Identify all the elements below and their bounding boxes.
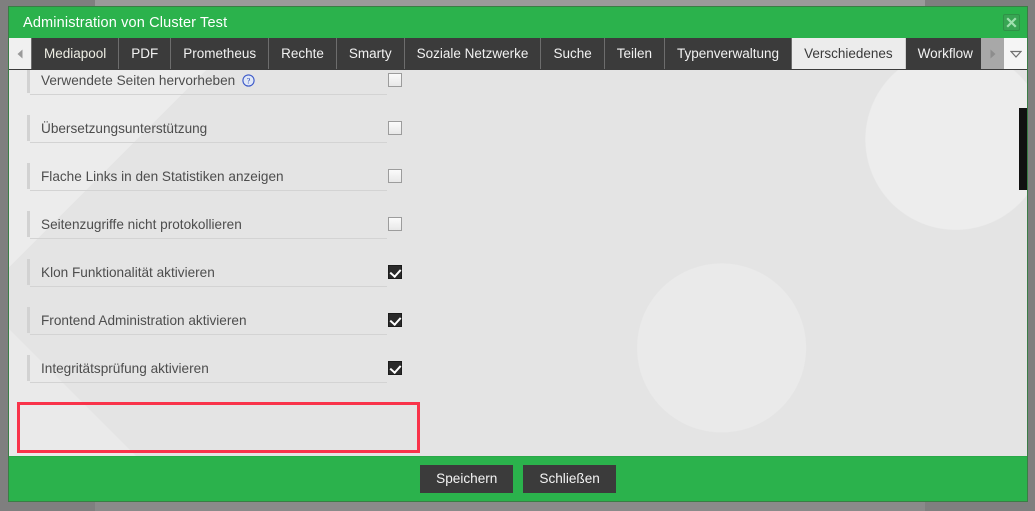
tab-list: Mediapool PDF Prometheus Rechte Smarty S…: [31, 38, 981, 69]
checkbox-frontend-administration[interactable]: [388, 313, 402, 327]
dialog-footer: Speichern Schließen: [9, 456, 1027, 501]
setting-row-flache-links[interactable]: Flache Links in den Statistiken anzeigen: [27, 152, 387, 200]
checkbox-cell: [388, 104, 418, 152]
row-accent: [27, 70, 30, 93]
setting-row-uebersetzungsunterstuetzung[interactable]: Übersetzungsunterstützung: [27, 104, 387, 152]
row-accent: [27, 163, 30, 189]
setting-row-integritaetspruefung[interactable]: Integritätsprüfung aktivieren: [27, 344, 387, 392]
tab-rechte[interactable]: Rechte: [269, 38, 337, 69]
tab-mediapool[interactable]: Mediapool: [31, 38, 120, 69]
setting-label: Verwendete Seiten hervorheben ?: [41, 73, 255, 88]
row-accent: [27, 115, 30, 141]
row-underline: [30, 334, 387, 335]
setting-label-text: Integritätsprüfung aktivieren: [41, 360, 209, 376]
chevron-right-icon[interactable]: [981, 38, 1004, 69]
row-accent: [27, 355, 30, 381]
setting-row-verwendete-seiten-hervorheben[interactable]: Verwendete Seiten hervorheben ?: [27, 70, 387, 104]
screen: TEST Administration von Cluster Test Med…: [0, 0, 1035, 511]
setting-label-text: Flache Links in den Statistiken anzeigen: [41, 168, 284, 184]
tab-pdf[interactable]: PDF: [119, 38, 172, 69]
checkbox-cell: [388, 152, 418, 200]
tab-workflow[interactable]: Workflow: [905, 38, 981, 69]
admin-dialog: Administration von Cluster Test Mediapoo…: [8, 6, 1028, 502]
checkbox-cell: [388, 70, 418, 104]
row-accent: [27, 307, 30, 333]
tab-label: Soziale Netzwerke: [416, 46, 529, 61]
setting-label-text: Klon Funktionalität aktivieren: [41, 264, 215, 280]
help-info-icon[interactable]: ?: [242, 73, 255, 87]
setting-label: Klon Funktionalität aktivieren: [41, 265, 215, 280]
setting-row-seitenzugriffe[interactable]: Seitenzugriffe nicht protokollieren: [27, 200, 387, 248]
chevron-left-icon[interactable]: [9, 38, 31, 69]
checkbox-integritaetspruefung[interactable]: [388, 361, 402, 375]
row-accent: [27, 211, 30, 237]
checkbox-uebersetzungsunterstuetzung[interactable]: [388, 121, 402, 135]
row-underline: [30, 238, 387, 239]
checkbox-cell: [388, 200, 418, 248]
row-underline: [30, 382, 387, 383]
tab-label: PDF: [131, 46, 159, 61]
checkbox-flache-links[interactable]: [388, 169, 402, 183]
tab-label: Suche: [553, 46, 592, 61]
tab-label: Rechte: [281, 46, 324, 61]
row-underline: [30, 286, 387, 287]
tab-bar: Mediapool PDF Prometheus Rechte Smarty S…: [9, 38, 1027, 70]
tab-soziale-netzwerke[interactable]: Soziale Netzwerke: [404, 38, 542, 69]
tab-verschiedenes[interactable]: Verschiedenes: [792, 38, 906, 69]
setting-label-text: Verwendete Seiten hervorheben: [41, 72, 236, 88]
settings-form: Verwendete Seiten hervorheben ? Übersetz…: [9, 70, 1027, 456]
dialog-title: Administration von Cluster Test: [23, 14, 228, 31]
tab-label: Verschiedenes: [804, 46, 893, 61]
checkbox-seitenzugriffe[interactable]: [388, 217, 402, 231]
tab-label: Prometheus: [183, 46, 257, 61]
setting-row-frontend-administration[interactable]: Frontend Administration aktivieren: [27, 296, 387, 344]
row-underline: [30, 94, 387, 95]
close-button[interactable]: Schließen: [523, 464, 616, 494]
setting-label: Integritätsprüfung aktivieren: [41, 361, 209, 376]
chevron-down-icon[interactable]: [1004, 38, 1027, 69]
settings-checkbox-column: [388, 70, 418, 392]
svg-text:?: ?: [247, 76, 251, 85]
close-icon[interactable]: [1003, 14, 1020, 31]
tab-typenverwaltung[interactable]: Typenverwaltung: [665, 38, 793, 69]
tab-label: Teilen: [616, 46, 652, 61]
setting-label: Übersetzungsunterstützung: [41, 121, 207, 136]
setting-label-text: Seitenzugriffe nicht protokollieren: [41, 216, 242, 232]
tab-teilen[interactable]: Teilen: [604, 38, 665, 69]
tab-suche[interactable]: Suche: [541, 38, 605, 69]
checkbox-cell: [388, 296, 418, 344]
setting-label-text: Übersetzungsunterstützung: [41, 120, 208, 136]
row-accent: [27, 259, 30, 285]
row-underline: [30, 190, 387, 191]
dialog-body: Verwendete Seiten hervorheben ? Übersetz…: [9, 70, 1027, 456]
tab-label: Smarty: [348, 46, 392, 61]
tab-prometheus[interactable]: Prometheus: [171, 38, 270, 69]
checkbox-klon-funktionalitaet[interactable]: [388, 265, 402, 279]
setting-label: Frontend Administration aktivieren: [41, 313, 247, 328]
setting-label-text: Frontend Administration aktivieren: [41, 312, 247, 328]
setting-label: Seitenzugriffe nicht protokollieren: [41, 217, 242, 232]
dialog-titlebar: Administration von Cluster Test: [9, 7, 1027, 38]
tab-label: Workflow: [917, 46, 973, 61]
tab-smarty[interactable]: Smarty: [336, 38, 405, 69]
highlight-annotation-box: [17, 402, 420, 453]
checkbox-verwendete-seiten-hervorheben[interactable]: [388, 73, 402, 87]
setting-row-klon-funktionalitaet[interactable]: Klon Funktionalität aktivieren: [27, 248, 387, 296]
checkbox-cell: [388, 248, 418, 296]
settings-label-column: Verwendete Seiten hervorheben ? Übersetz…: [27, 70, 387, 392]
save-button[interactable]: Speichern: [420, 464, 514, 494]
tab-label: Typenverwaltung: [677, 46, 780, 61]
setting-label: Flache Links in den Statistiken anzeigen: [41, 169, 284, 184]
checkbox-cell: [388, 344, 418, 392]
row-underline: [30, 142, 387, 143]
tab-label: Mediapool: [44, 46, 107, 61]
